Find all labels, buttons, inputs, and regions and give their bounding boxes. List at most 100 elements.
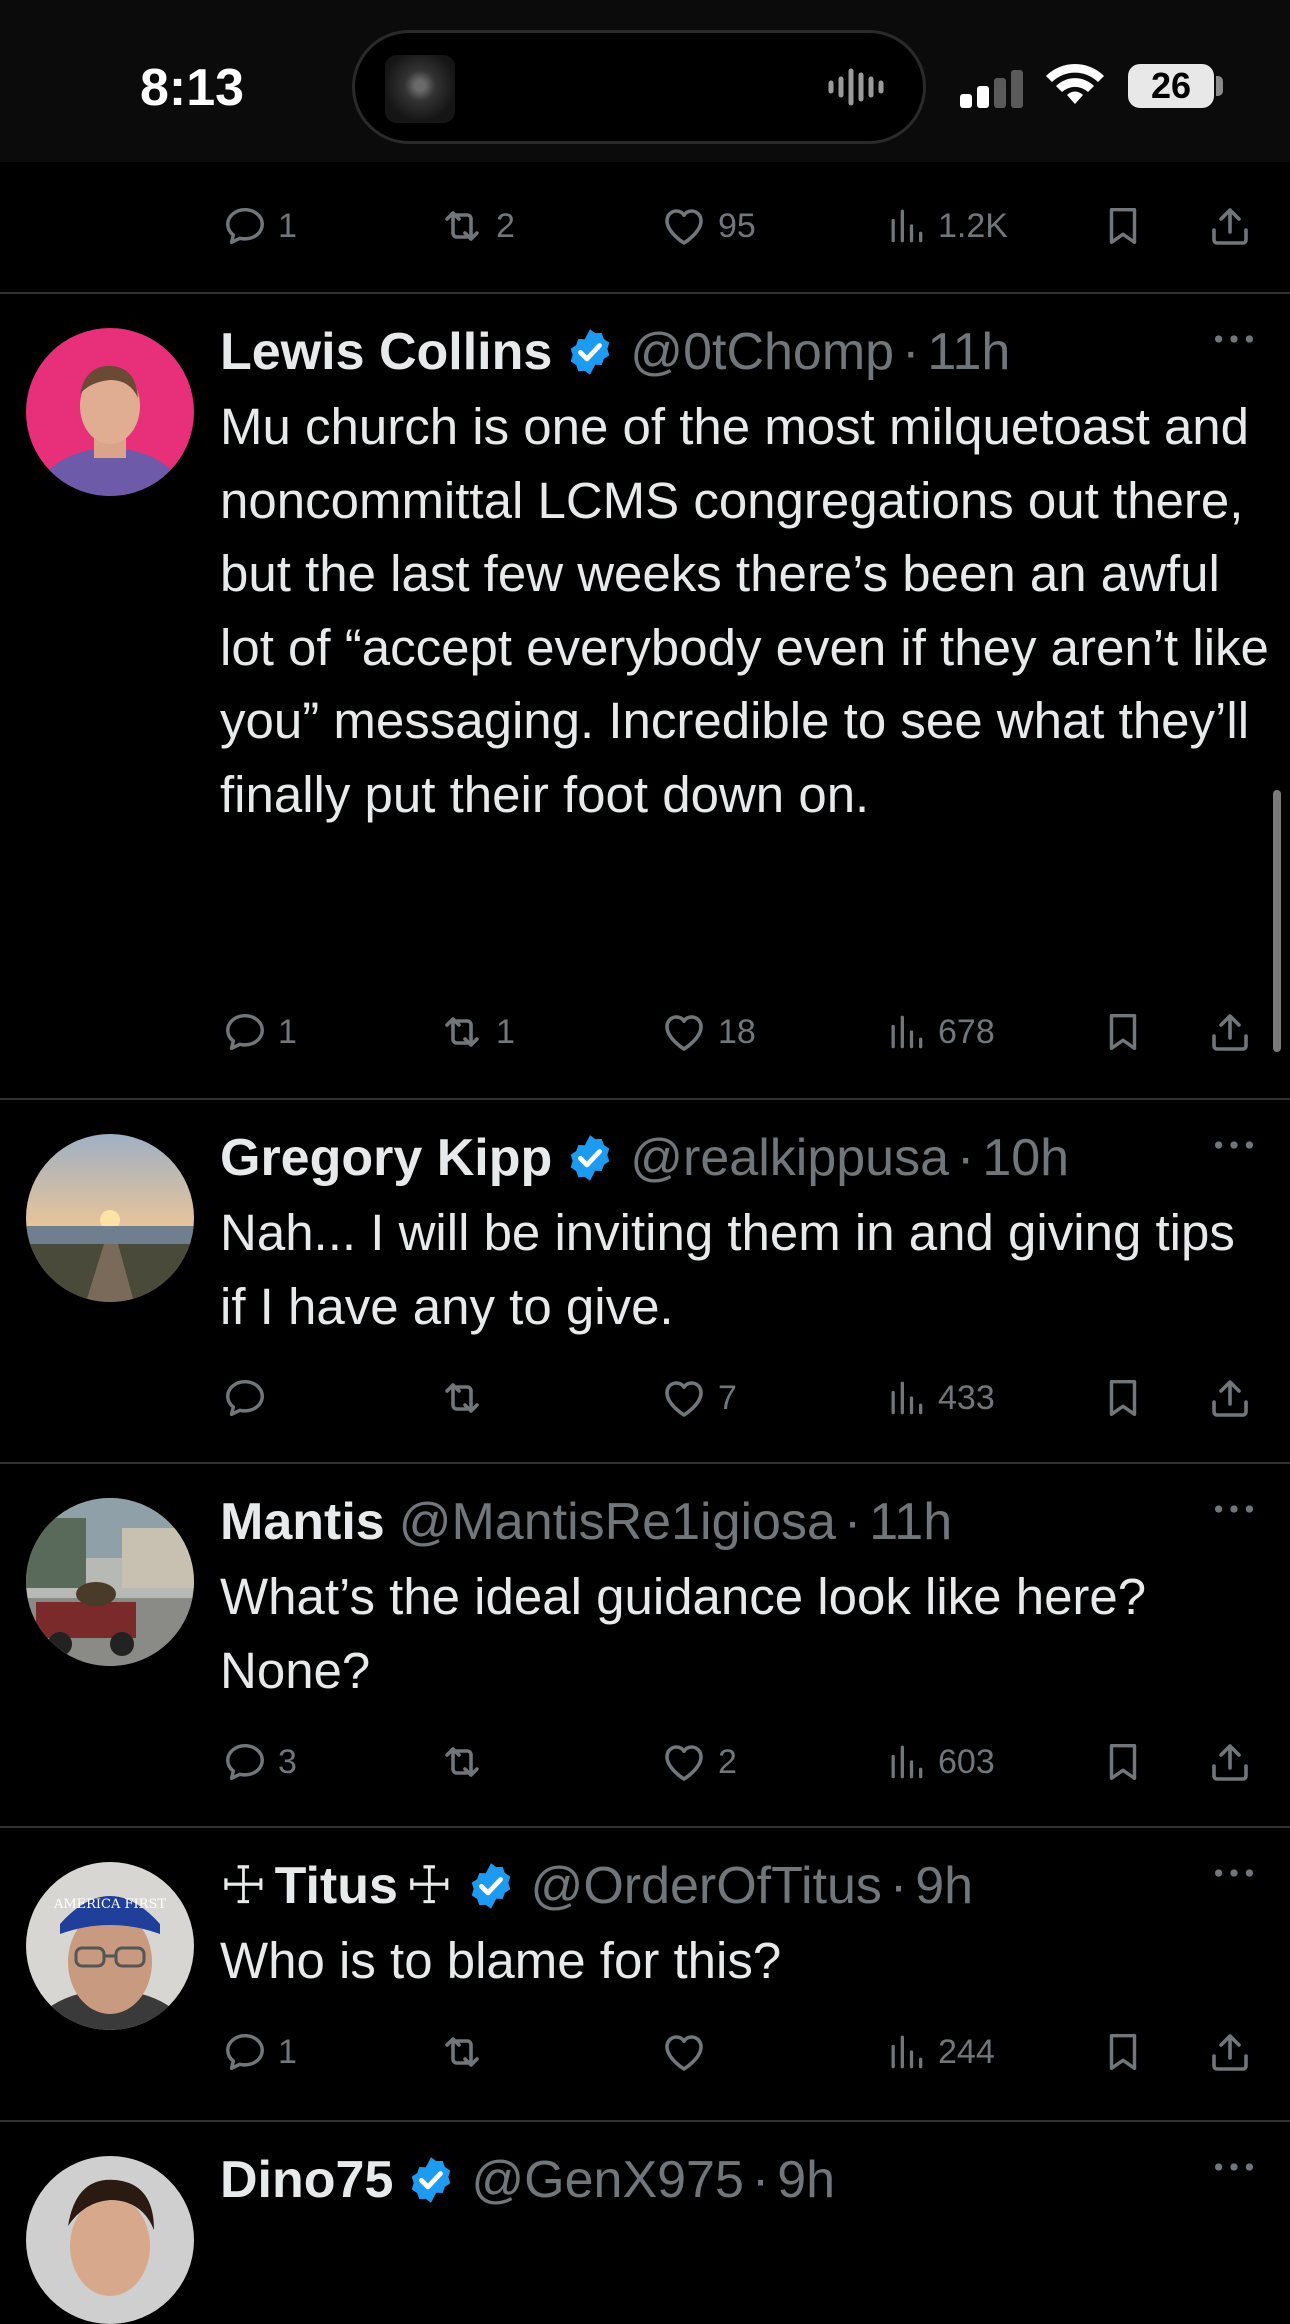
battery-nub [1216, 76, 1223, 96]
repost-button[interactable] [438, 1732, 496, 1792]
post-actions: 1 1 18 678 [0, 1002, 1290, 1062]
like-button[interactable] [660, 2022, 718, 2082]
repost-icon [438, 1374, 486, 1422]
views-button[interactable]: 603 [884, 1732, 995, 1792]
share-icon [1206, 202, 1254, 250]
verified-badge-icon [465, 1860, 517, 1912]
views-count: 678 [938, 1012, 995, 1051]
bookmark-icon [1100, 1375, 1146, 1421]
views-count: 433 [938, 1378, 995, 1417]
avatar[interactable]: AMERICA FIRST [26, 1862, 194, 2030]
reply-icon [222, 2029, 268, 2075]
avatar[interactable] [26, 1498, 194, 1666]
more-icon[interactable] [1212, 2160, 1256, 2174]
views-icon [884, 1740, 928, 1784]
more-icon[interactable] [1212, 1866, 1256, 1880]
views-count: 1.2K [938, 206, 1008, 245]
more-icon[interactable] [1212, 332, 1256, 346]
share-icon [1206, 1374, 1254, 1422]
name-suffix-cross: ☩ [405, 1857, 453, 1915]
more-icon[interactable] [1212, 1138, 1256, 1152]
post-text: What’s the ideal guidance look like here… [220, 1568, 1147, 1699]
bookmark-icon [1100, 203, 1146, 249]
share-button[interactable] [1206, 1368, 1254, 1428]
reply-icon [222, 1009, 268, 1055]
avatar[interactable] [26, 2156, 194, 2324]
separator-dot: · [751, 2151, 770, 2209]
post-time[interactable]: 11h [869, 1492, 952, 1552]
views-button[interactable]: 433 [884, 1368, 995, 1428]
bookmark-button[interactable] [1100, 1732, 1146, 1792]
author-handle[interactable]: @MantisRe1igiosa [399, 1492, 836, 1552]
author-name[interactable]: Titus [275, 1856, 398, 1916]
author-name[interactable]: Gregory Kipp [220, 1128, 552, 1188]
bookmark-icon [1100, 2029, 1146, 2075]
post-actions: 7 433 [0, 1368, 1290, 1428]
bookmark-button[interactable] [1100, 1002, 1146, 1062]
now-playing-artwork [385, 55, 455, 123]
share-icon [1206, 2028, 1254, 2076]
like-button[interactable]: 18 [660, 1002, 756, 1062]
divider [0, 292, 1290, 294]
reply-button[interactable]: 1 [222, 2022, 297, 2082]
share-icon [1206, 1738, 1254, 1786]
post-time[interactable]: 10h [982, 1128, 1069, 1188]
author-handle[interactable]: @0tChomp [630, 322, 894, 382]
like-count: 18 [718, 1012, 756, 1051]
repost-button[interactable]: 2 [438, 196, 515, 256]
repost-button[interactable] [438, 2022, 496, 2082]
hat-text: AMERICA FIRST [53, 1897, 166, 1912]
repost-icon [438, 1738, 486, 1786]
post-time[interactable]: 9h [777, 2150, 835, 2210]
like-count: 7 [718, 1378, 737, 1417]
views-count: 244 [938, 2032, 995, 2071]
dynamic-island[interactable] [352, 30, 926, 144]
views-button[interactable]: 244 [884, 2022, 995, 2082]
author-handle[interactable]: @realkippusa [630, 1128, 949, 1188]
reply-icon [222, 1739, 268, 1785]
like-icon [660, 202, 708, 250]
repost-button[interactable] [438, 1368, 496, 1428]
author-name[interactable]: Mantis [220, 1492, 385, 1552]
bookmark-button[interactable] [1100, 2022, 1146, 2082]
divider [0, 2120, 1290, 2122]
share-button[interactable] [1206, 196, 1254, 256]
like-button[interactable]: 7 [660, 1368, 737, 1428]
share-button[interactable] [1206, 1732, 1254, 1792]
repost-count: 2 [496, 206, 515, 245]
reply-count: 1 [278, 2032, 297, 2071]
reply-button[interactable]: 1 [222, 1002, 297, 1062]
author-handle[interactable]: @GenX975 [471, 2150, 744, 2210]
share-button[interactable] [1206, 1002, 1254, 1062]
more-icon[interactable] [1212, 1502, 1256, 1516]
repost-icon [438, 1008, 486, 1056]
share-button[interactable] [1206, 2022, 1254, 2082]
avatar[interactable] [26, 1134, 194, 1302]
views-button[interactable]: 1.2K [884, 196, 1008, 256]
views-button[interactable]: 678 [884, 1002, 995, 1062]
scroll-indicator[interactable] [1273, 790, 1281, 1052]
divider [0, 1826, 1290, 1828]
reply-button[interactable]: 1 [222, 196, 297, 256]
avatar[interactable] [26, 328, 194, 496]
separator-dot: · [889, 1857, 908, 1915]
author-name[interactable]: Lewis Collins [220, 322, 552, 382]
post-text: Who is to blame for this? [220, 1932, 782, 1989]
like-button[interactable]: 95 [660, 196, 756, 256]
reply-button[interactable]: 3 [222, 1732, 297, 1792]
author-handle[interactable]: @OrderOfTitus [531, 1856, 882, 1916]
author-name[interactable]: Dino75 [220, 2150, 393, 2210]
post-time[interactable]: 11h [927, 322, 1010, 382]
like-count: 2 [718, 1742, 737, 1781]
like-button[interactable]: 2 [660, 1732, 737, 1792]
reply-count: 1 [278, 1012, 297, 1051]
reply-button[interactable] [222, 1368, 278, 1428]
bookmark-button[interactable] [1100, 1368, 1146, 1428]
battery-indicator: 26 [1128, 64, 1214, 108]
repost-button[interactable]: 1 [438, 1002, 515, 1062]
post-time[interactable]: 9h [915, 1856, 973, 1916]
audio-waveform-icon [828, 68, 884, 106]
post-text: Nah... I will be inviting them in and gi… [220, 1204, 1235, 1335]
bookmark-button[interactable] [1100, 196, 1146, 256]
like-icon [660, 1738, 708, 1786]
